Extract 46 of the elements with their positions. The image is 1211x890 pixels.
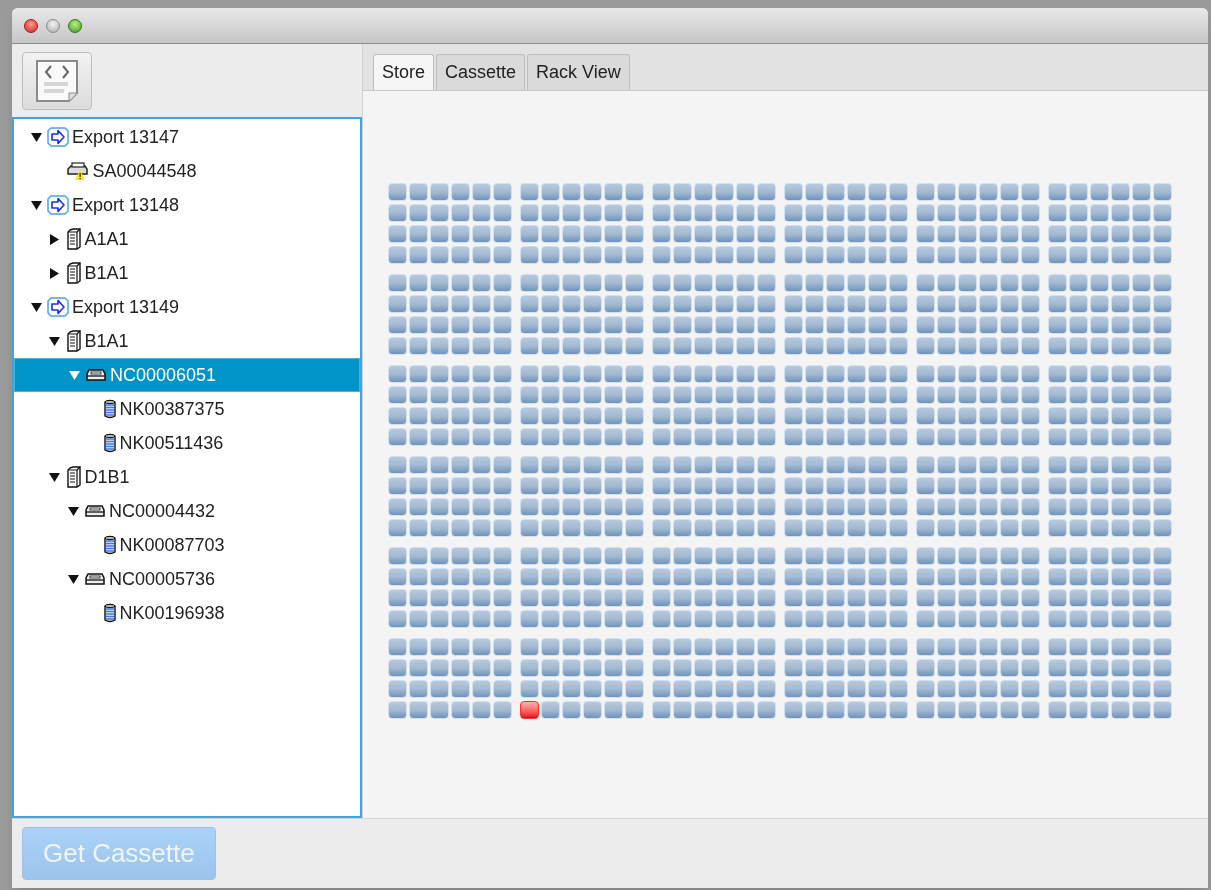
expanded-triangle-icon[interactable]	[49, 336, 60, 346]
tree-row[interactable]: NC00005736	[14, 562, 360, 596]
expanded-triangle-icon[interactable]	[49, 472, 60, 482]
tree-row[interactable]: Export 13147	[14, 120, 360, 154]
tube-icon	[102, 432, 117, 454]
rack-icon	[65, 228, 82, 250]
arrow-icon	[47, 195, 69, 215]
tab[interactable]: Rack View	[527, 54, 630, 90]
collapsed-triangle-icon[interactable]	[50, 267, 59, 279]
rack-icon	[65, 330, 82, 352]
rack-icon	[65, 466, 82, 488]
tube-icon	[102, 534, 117, 556]
minimize-button[interactable]	[46, 18, 60, 33]
code-document-icon	[34, 57, 80, 104]
tab[interactable]: Store	[373, 54, 435, 90]
tree-row[interactable]: Export 13148	[14, 188, 360, 222]
code-view-button[interactable]	[22, 51, 92, 110]
arrow-icon	[47, 127, 69, 147]
tree-row[interactable]: B1A1	[14, 256, 360, 290]
expanded-triangle-icon[interactable]	[67, 574, 79, 584]
cassette-icon	[84, 504, 106, 518]
rack-icon	[65, 262, 82, 284]
tree-row[interactable]: NK00511436	[14, 426, 360, 460]
tree-row[interactable]: D1B1	[14, 460, 360, 494]
tree-row[interactable]: Export 13149	[14, 290, 360, 324]
maximize-button[interactable]	[68, 18, 82, 33]
tree-row[interactable]: NC00004432	[14, 494, 360, 528]
expanded-triangle-icon[interactable]	[30, 200, 42, 210]
close-button[interactable]	[24, 18, 38, 33]
arrow-icon	[47, 297, 69, 317]
tree-row[interactable]: B1A1	[14, 324, 360, 358]
tree-row[interactable]: SA00044548	[14, 154, 360, 188]
cassette-icon	[84, 572, 106, 586]
tree-row[interactable]: NK00087703	[14, 528, 360, 562]
tree-row[interactable]: A1A1	[14, 222, 360, 256]
tube-icon	[102, 602, 117, 624]
tab[interactable]: Cassette	[436, 54, 526, 90]
tray-warning-icon	[65, 161, 90, 181]
expanded-triangle-icon[interactable]	[30, 302, 42, 312]
collapsed-triangle-icon[interactable]	[50, 233, 59, 245]
tree-row[interactable]: NK00196938	[14, 596, 360, 630]
tube-icon	[102, 398, 117, 420]
expanded-triangle-icon[interactable]	[67, 506, 79, 516]
cassette-icon	[85, 368, 107, 382]
expanded-triangle-icon[interactable]	[30, 132, 42, 142]
tree-row[interactable]: NK00387375	[14, 392, 360, 426]
